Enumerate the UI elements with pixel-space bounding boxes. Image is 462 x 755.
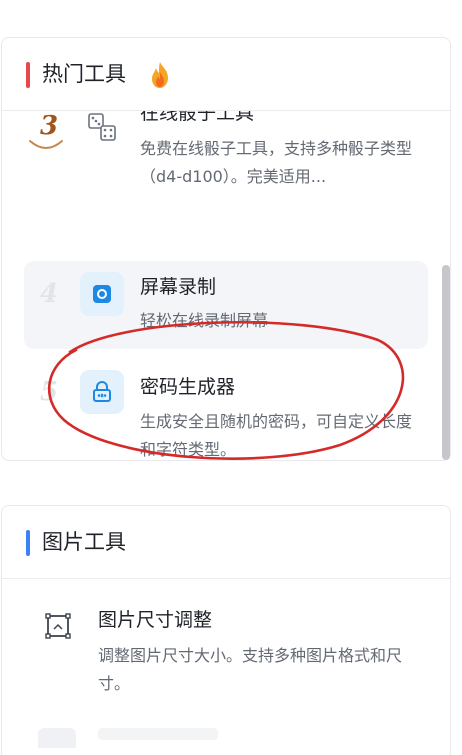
next-tool-title-partial	[98, 728, 218, 740]
tool-description: 轻松在线录制屏幕	[140, 311, 269, 330]
tool-title: 密码生成器	[140, 376, 236, 398]
hot-tools-card: 热门工具 3 在线骰子工具 免费在线骰子工具，支持多种骰子类型（d4-d100）…	[1, 37, 451, 461]
tool-item-image-resize[interactable]: 图片尺寸调整 调整图片尺寸大小。支持多种图片格式和尺寸。	[2, 596, 450, 696]
section-accent-bar	[26, 530, 30, 556]
tool-icon-box	[80, 111, 124, 149]
list-scrollbar[interactable]	[442, 265, 450, 460]
tool-item-password-generator[interactable]: 5 密码生成器 生成安全且随机的密码，可自定义长度和字符类型。	[24, 361, 428, 460]
tool-item-screen-record[interactable]: 4 屏幕录制 轻松在线录制屏幕	[24, 261, 428, 349]
tool-title: 图片尺寸调整	[98, 609, 213, 631]
rank-number: 3	[39, 111, 59, 141]
tool-item-dice[interactable]: 3 在线骰子工具 免费在线骰子工具，支持多种骰子类型（d4-d100）。完美适用…	[24, 111, 428, 199]
tool-icon-box	[80, 370, 124, 414]
image-tools-header: 图片工具	[2, 506, 450, 579]
fire-icon	[152, 62, 168, 88]
rank-number: 5	[39, 377, 59, 407]
dice-icon	[88, 113, 116, 141]
hot-tools-list[interactable]: 3 在线骰子工具 免费在线骰子工具，支持多种骰子类型（d4-d100）。完美适用…	[2, 111, 450, 460]
hot-tools-header: 热门工具	[2, 38, 450, 111]
image-resize-icon	[45, 613, 71, 639]
tool-icon-box	[80, 272, 124, 316]
section-title: 热门工具	[42, 62, 126, 86]
screen-record-icon	[93, 285, 111, 303]
tool-description: 调整图片尺寸大小。支持多种图片格式和尺寸。	[98, 646, 403, 693]
rank-number: 4	[39, 279, 59, 309]
rank-laurel-icon	[29, 140, 63, 149]
next-tool-icon-partial	[38, 728, 76, 748]
tool-description: 生成安全且随机的密码，可自定义长度和字符类型。	[140, 412, 413, 459]
tool-description: 免费在线骰子工具，支持多种骰子类型（d4-d100）。完美适用...	[140, 139, 413, 186]
password-lock-icon	[93, 381, 111, 402]
section-accent-bar	[26, 62, 30, 88]
tool-title: 在线骰子工具	[140, 111, 255, 124]
section-title: 图片工具	[42, 530, 126, 554]
image-tools-card: 图片工具 图片尺寸调整 调整图片尺寸大小。支持多种图片格式和尺寸。	[1, 505, 451, 755]
tool-title: 屏幕录制	[140, 276, 217, 298]
